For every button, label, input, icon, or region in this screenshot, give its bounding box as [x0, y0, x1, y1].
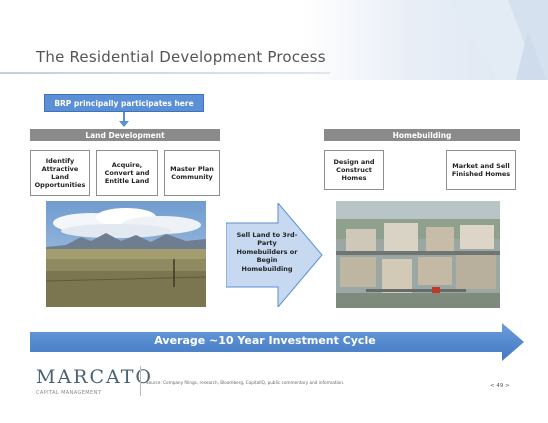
step-market-sell: Market and Sell Finished Homes	[446, 150, 516, 190]
title-divider	[0, 72, 330, 74]
homebuilding-photo	[336, 201, 500, 308]
land-development-header: Land Development	[30, 129, 220, 141]
investment-cycle-label: Average ~10 Year Investment Cycle	[154, 334, 376, 347]
land-photo	[46, 201, 206, 307]
step-master-plan: Master Plan Community	[164, 150, 220, 196]
step-design-construct: Design and Construct Homes	[324, 150, 384, 190]
page-number: < 49 >	[490, 383, 510, 389]
step-identify-land: Identify Attractive Land Opportunities	[30, 150, 90, 196]
participation-callout: BRP principally participates here	[44, 94, 204, 112]
header-decoration	[448, 0, 548, 80]
company-logo: MARCATO	[36, 366, 153, 388]
transition-label: Sell Land to 3rd-Party Homebuilders or B…	[236, 231, 298, 273]
source-note: Source: Company filings, research, Bloom…	[146, 380, 345, 385]
step-acquire-entitle: Acquire, Convert and Entitle Land	[96, 150, 158, 196]
down-arrow-icon	[119, 112, 129, 127]
footer-divider	[140, 366, 141, 396]
page-title: The Residential Development Process	[36, 48, 326, 66]
homebuilding-header: Homebuilding	[324, 129, 520, 141]
company-logo-subtitle: CAPITAL MANAGEMENT	[36, 390, 102, 396]
